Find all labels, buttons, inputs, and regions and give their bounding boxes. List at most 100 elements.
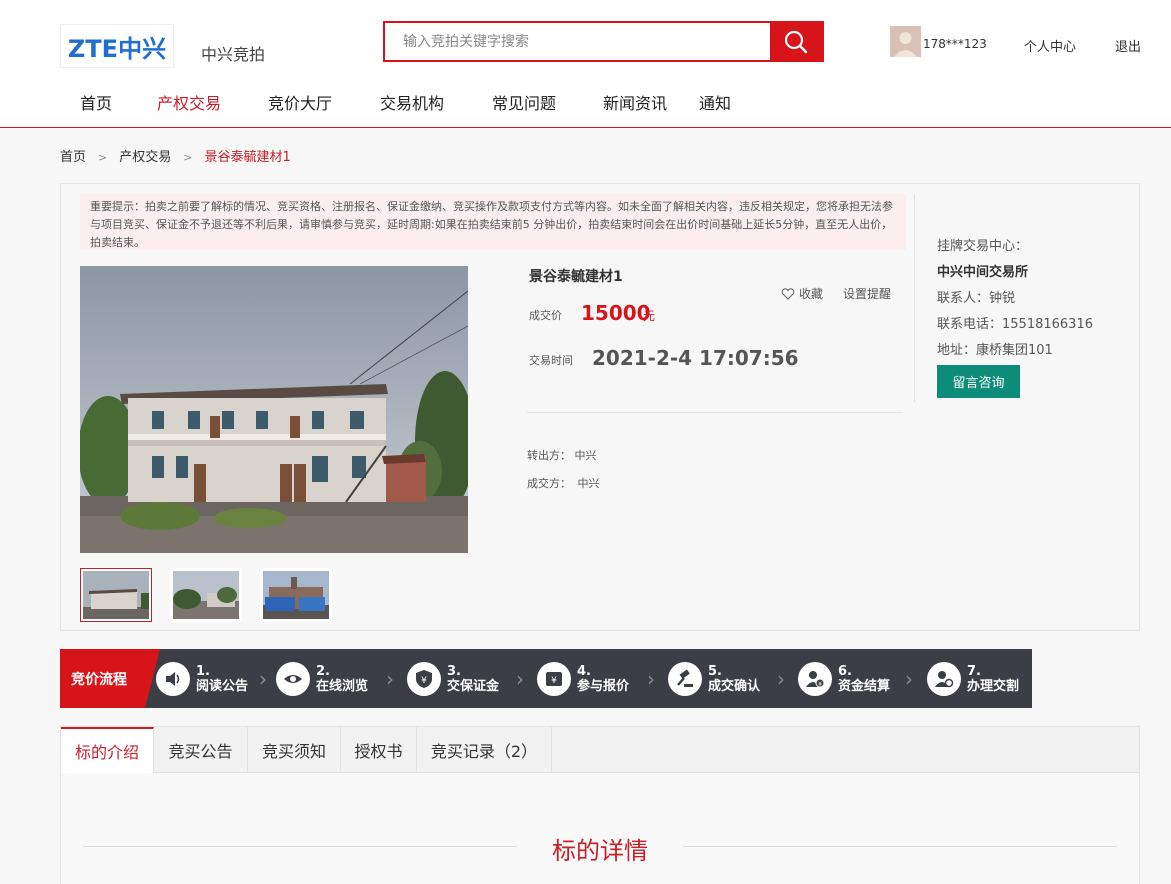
seller-row: 转出方： 中兴 — [527, 447, 597, 463]
process-step-4[interactable]: ¥ 4. 参与报价 — [537, 659, 629, 699]
price-unit: 元 — [643, 309, 656, 323]
avatar[interactable] — [890, 26, 921, 57]
divider — [527, 412, 903, 413]
important-notice: 重要提示：拍卖之前要了解标的情况、竞买资格、注册报名、保证金缴纳、竞买操作及款项… — [80, 194, 906, 250]
bidding-process-bar: 竞价流程 1. 阅读公告 › 2. 在线浏览 › ¥ 3. 交保证金 › ¥ 4. 参与… — [60, 649, 1032, 708]
tab-bidding-notes[interactable]: 竞买须知 — [248, 727, 341, 773]
buyer-value: 中兴 — [577, 477, 600, 490]
thumbnail-yard-photo — [173, 571, 239, 619]
username[interactable]: 178***123 — [923, 37, 987, 51]
search-button[interactable] — [770, 21, 822, 62]
site-header: ZTE中兴 中兴竞拍 178***123 个人中心 退出 首页 产权交易 竞价大… — [0, 0, 1171, 128]
tab-authorization[interactable]: 授权书 — [341, 727, 417, 773]
step-number: 5. — [708, 664, 722, 679]
step-number: 1. — [196, 664, 210, 679]
nav-item-property-trade[interactable]: 产权交易 — [157, 90, 221, 114]
consult-button[interactable]: 留言咨询 — [937, 365, 1020, 398]
process-step-1[interactable]: 1. 阅读公告 — [156, 659, 248, 699]
item-title: 景谷泰毓建材1 — [529, 269, 623, 285]
contact-phone: 联系电话：15518166316 — [937, 317, 1093, 332]
step-label: 成交确认 — [708, 679, 761, 694]
breadcrumb-separator: > — [183, 151, 193, 164]
favorite-label: 收藏 — [799, 287, 824, 301]
eye-icon — [276, 662, 310, 696]
breadcrumb-current: 景谷泰毓建材1 — [204, 150, 291, 165]
user-yuan-icon: ¥ — [798, 662, 832, 696]
detail-title: 标的详情 — [552, 837, 648, 865]
price-value: 15000 — [581, 301, 651, 325]
chevron-right-icon: › — [259, 667, 267, 691]
seller-value: 中兴 — [574, 449, 597, 462]
address: 地址：康桥集团101 — [937, 343, 1053, 358]
svg-text:¥: ¥ — [551, 676, 557, 686]
svg-text:¥: ¥ — [421, 676, 427, 686]
set-reminder-button[interactable]: 设置提醒 — [843, 285, 891, 302]
step-label: 阅读公告 — [196, 679, 249, 694]
thumbnail-2[interactable] — [170, 568, 242, 622]
logout-link[interactable]: 退出 — [1115, 36, 1141, 55]
step-label: 资金结算 — [838, 679, 891, 694]
process-step-6[interactable]: ¥ 6. 资金结算 — [798, 659, 890, 699]
personal-center-link[interactable]: 个人中心 — [1024, 36, 1076, 55]
favorite-button[interactable]: 收藏 — [781, 285, 823, 302]
user-refresh-icon — [927, 662, 961, 696]
chevron-right-icon: › — [905, 667, 913, 691]
building-photo — [80, 266, 468, 553]
title-line-right — [683, 846, 1117, 847]
tab-item-intro[interactable]: 标的介绍 — [61, 727, 154, 773]
tab-bar: 标的介绍 竞买公告 竞买须知 授权书 竞买记录（2） — [61, 727, 1139, 773]
detail-tabs-card: 标的介绍 竞买公告 竞买须知 授权书 竞买记录（2） 标的详情 — [60, 726, 1140, 884]
breadcrumb: 首页 > 产权交易 > 景谷泰毓建材1 — [60, 146, 291, 165]
nav-item-institutions[interactable]: 交易机构 — [380, 90, 444, 114]
thumbnail-1[interactable] — [80, 568, 152, 622]
trade-center-name: 中兴中间交易所 — [937, 265, 1029, 280]
site-logo[interactable]: ZTE中兴 — [60, 24, 174, 68]
process-title: 竞价流程 — [60, 649, 160, 708]
nav-item-faq[interactable]: 常见问题 — [492, 90, 556, 114]
speaker-icon — [156, 662, 190, 696]
chevron-right-icon: › — [386, 667, 394, 691]
nav-item-home[interactable]: 首页 — [80, 90, 112, 114]
step-label: 在线浏览 — [316, 679, 369, 694]
price-label: 成交价 — [529, 309, 562, 322]
thumbnail-3[interactable] — [260, 568, 332, 622]
search-box — [383, 21, 824, 62]
item-detail-card: 重要提示：拍卖之前要了解标的情况、竞买资格、注册报名、保证金缴纳、竞买操作及款项… — [60, 183, 1140, 631]
user-avatar-icon — [890, 26, 921, 57]
chevron-right-icon: › — [647, 667, 655, 691]
nav-item-notice[interactable]: 通知 — [699, 90, 731, 114]
buyer-label: 成交方： — [527, 477, 571, 490]
search-input[interactable] — [385, 23, 774, 60]
heart-icon — [781, 287, 795, 300]
trade-time-value: 2021-2-4 17:07:56 — [592, 346, 799, 370]
trade-time-label: 交易时间 — [529, 354, 573, 367]
thumbnail-building-photo — [83, 571, 149, 619]
step-label: 参与报价 — [577, 679, 630, 694]
buyer-row: 成交方： 中兴 — [527, 475, 600, 491]
tab-bid-records[interactable]: 竞买记录（2） — [417, 727, 552, 773]
step-number: 7. — [967, 664, 981, 679]
logo-text: ZTE中兴 — [67, 34, 167, 63]
svg-text:¥: ¥ — [818, 681, 822, 688]
step-label: 办理交割 — [967, 679, 1020, 694]
process-step-5[interactable]: 5. 成交确认 — [668, 659, 760, 699]
breadcrumb-separator: > — [98, 151, 108, 164]
step-label: 交保证金 — [447, 679, 500, 694]
tab-bidding-announcement[interactable]: 竞买公告 — [154, 727, 248, 773]
process-step-3[interactable]: ¥ 3. 交保证金 — [407, 659, 499, 699]
search-icon — [784, 30, 808, 53]
site-name: 中兴竞拍 — [201, 45, 266, 64]
trade-center-label: 挂牌交易中心： — [937, 239, 1029, 254]
nav-item-news[interactable]: 新闻资讯 — [603, 90, 667, 114]
contact-person: 联系人：钟锐 — [937, 291, 1016, 306]
nav-item-bidding-hall[interactable]: 竞价大厅 — [268, 90, 332, 114]
chevron-right-icon: › — [777, 667, 785, 691]
process-step-2[interactable]: 2. 在线浏览 — [276, 659, 368, 699]
breadcrumb-property-trade[interactable]: 产权交易 — [119, 146, 171, 165]
process-step-7[interactable]: 7. 办理交割 — [927, 659, 1019, 699]
main-item-image — [80, 266, 468, 553]
breadcrumb-home[interactable]: 首页 — [60, 146, 86, 165]
seller-label: 转出方： — [527, 449, 571, 462]
thumbnail-factory-photo — [263, 571, 329, 619]
step-number: 3. — [447, 664, 461, 679]
